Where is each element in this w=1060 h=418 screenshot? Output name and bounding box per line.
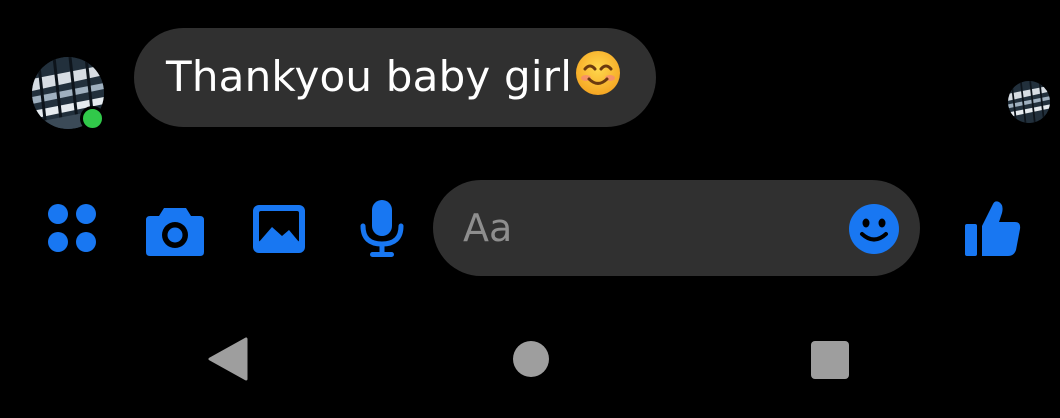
like-button[interactable] <box>962 198 1022 260</box>
home-circle-icon <box>513 341 549 377</box>
read-receipt-image <box>1008 81 1050 123</box>
nav-back-button[interactable] <box>206 336 250 382</box>
message-bubble[interactable]: Thankyou baby girl <box>134 28 657 127</box>
camera-icon <box>146 208 204 256</box>
apps-button[interactable] <box>44 200 102 258</box>
nav-home-button[interactable] <box>511 339 551 379</box>
gallery-icon <box>253 205 305 253</box>
message-input[interactable] <box>463 198 843 258</box>
recents-square-icon <box>811 341 849 379</box>
message-composer[interactable] <box>433 180 920 276</box>
smiling-face-icon <box>574 49 622 107</box>
message-text: Thankyou baby girl <box>166 49 622 107</box>
emoji-button[interactable] <box>848 203 900 255</box>
microphone-button[interactable] <box>355 198 409 260</box>
thumbs-up-icon <box>965 201 1021 256</box>
camera-button[interactable] <box>144 200 206 258</box>
nav-recents-button[interactable] <box>808 338 852 382</box>
gallery-button[interactable] <box>250 200 308 258</box>
online-status-dot <box>80 106 105 131</box>
emoji-icon <box>849 204 899 254</box>
read-receipt-avatar <box>1008 81 1050 123</box>
microphone-icon <box>360 200 404 257</box>
apps-icon <box>48 204 96 252</box>
back-triangle-icon <box>208 337 248 381</box>
